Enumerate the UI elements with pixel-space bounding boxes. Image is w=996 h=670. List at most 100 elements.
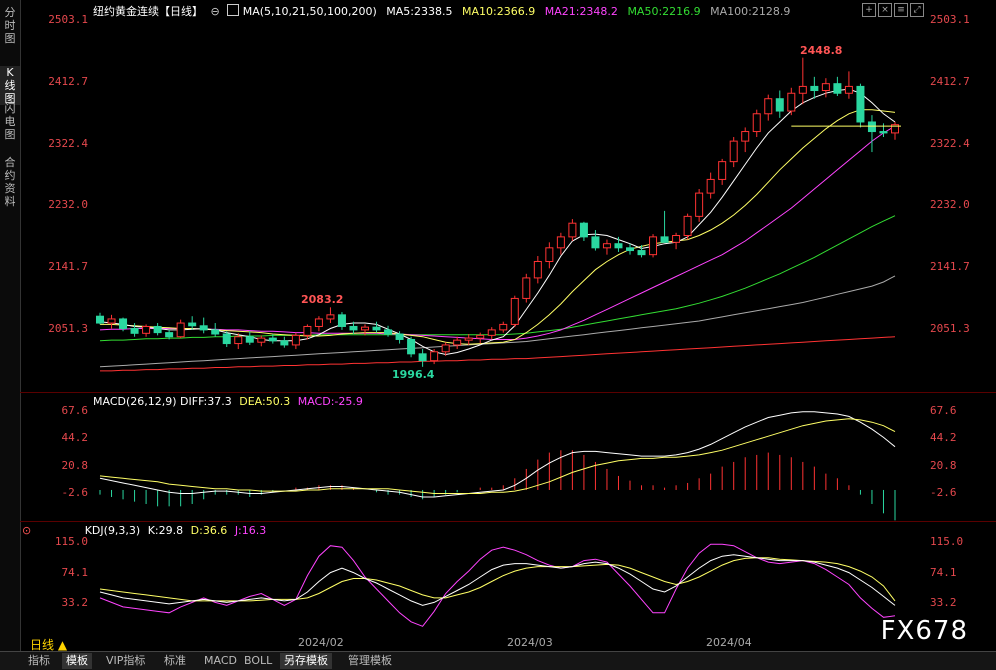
candle-body bbox=[499, 323, 508, 331]
macd-axis-label: 67.6 bbox=[930, 404, 957, 417]
candle-body bbox=[798, 85, 807, 94]
candle-body bbox=[268, 337, 277, 342]
candle-body bbox=[741, 131, 750, 142]
candle-body bbox=[441, 344, 450, 353]
candle-body bbox=[384, 329, 393, 335]
settings-icon[interactable]: ⊖ bbox=[211, 5, 220, 18]
j-value: J:16.3 bbox=[234, 524, 267, 537]
candle-body bbox=[130, 328, 139, 334]
chart-canvas[interactable] bbox=[0, 0, 996, 669]
toolbar-boll[interactable]: BOLL bbox=[240, 653, 276, 669]
price-axis-label: 2503.1 bbox=[930, 13, 970, 26]
candle-body bbox=[752, 113, 761, 133]
tab-flash[interactable]: 闪电图 bbox=[0, 102, 20, 141]
candle-body bbox=[614, 243, 623, 249]
kdj-axis-label: 74.1 bbox=[61, 565, 89, 579]
ma50-value: MA50:2216.9 bbox=[627, 5, 701, 18]
candle-body bbox=[291, 334, 300, 346]
d-value: D:36.6 bbox=[190, 524, 228, 537]
candle-body bbox=[591, 236, 600, 249]
macd-axis-label: 20.8 bbox=[61, 458, 89, 472]
candle-body bbox=[372, 326, 381, 331]
candle-body bbox=[879, 131, 888, 134]
toolbar-save-template[interactable]: 另存模板 bbox=[280, 653, 332, 669]
candle-body bbox=[464, 337, 473, 341]
instrument-title: 纽约黄金连续【日线】 bbox=[93, 5, 203, 18]
macd-axis-label: 20.8 bbox=[930, 458, 957, 472]
ma200-line bbox=[100, 336, 896, 372]
macd-axis-label: -2.6 bbox=[930, 486, 957, 499]
toolbar-macd[interactable]: MACD bbox=[200, 653, 241, 669]
candle-body bbox=[649, 236, 658, 256]
toolbar-template[interactable]: 模板 bbox=[62, 653, 92, 669]
ma5-value: MA5:2338.5 bbox=[386, 5, 453, 18]
price-axis-label: 2141.7 bbox=[48, 260, 88, 274]
candle-body bbox=[188, 322, 197, 327]
price-axis-label: 2051.3 bbox=[930, 322, 970, 335]
candle-body bbox=[672, 235, 681, 243]
candle-body bbox=[222, 333, 231, 345]
price-axis-label: 2051.3 bbox=[48, 322, 88, 335]
candle-body bbox=[706, 178, 715, 194]
bottom-toolbar: 指标 模板 VIP指标 标准 MACD BOLL 另存模板 管理模板 bbox=[0, 651, 996, 670]
candle-body bbox=[579, 222, 588, 238]
candle-body bbox=[683, 215, 692, 237]
menu-icon[interactable]: ≡ bbox=[894, 3, 908, 17]
ma10-line bbox=[100, 109, 896, 345]
macd-axis-label: 44.2 bbox=[61, 431, 89, 445]
candle-body bbox=[764, 98, 773, 115]
candle-body bbox=[729, 140, 738, 163]
toolbar-indicator[interactable]: 指标 bbox=[24, 653, 54, 669]
macd-legend: MACD(26,12,9) DIFF:37.3 DEA:50.3 MACD:-2… bbox=[93, 395, 363, 408]
ma100-value: MA100:2128.9 bbox=[710, 5, 791, 18]
expand-icon[interactable]: ⤢ bbox=[910, 3, 924, 17]
candle-body bbox=[165, 332, 174, 338]
toolbar-manage-template[interactable]: 管理模板 bbox=[344, 653, 396, 669]
watermark: FX678 bbox=[880, 616, 968, 646]
ma-chart-icon bbox=[227, 4, 240, 16]
tab-contract-info[interactable]: 合约资料 bbox=[0, 156, 20, 208]
kdj-j-line bbox=[99, 543, 896, 627]
kdj-axis-label: 33.2 bbox=[61, 596, 89, 609]
kdj-k-line bbox=[99, 554, 896, 606]
tab-intraday[interactable]: 分时图 bbox=[0, 6, 20, 45]
macd-diff-line bbox=[99, 411, 896, 498]
candle-body bbox=[453, 339, 462, 346]
candle-body bbox=[568, 222, 577, 238]
candle-body bbox=[257, 337, 266, 343]
candle-body bbox=[856, 85, 865, 123]
candle-body bbox=[337, 314, 346, 327]
candle-body bbox=[695, 192, 704, 217]
ma5-line bbox=[99, 88, 896, 356]
macd-dea-line bbox=[99, 418, 896, 494]
candle-body bbox=[430, 351, 439, 362]
candle-body bbox=[833, 83, 842, 94]
candle-body bbox=[821, 83, 830, 92]
candle-body bbox=[280, 340, 289, 346]
candle-body bbox=[142, 325, 151, 334]
kdj-axis-label: 115.0 bbox=[930, 535, 964, 548]
cross-icon[interactable]: × bbox=[878, 3, 892, 17]
x-date-apr: 2024/04 bbox=[706, 636, 752, 649]
macd-params: MACD(26,12,9) bbox=[93, 395, 177, 408]
pane-divider-1 bbox=[20, 392, 996, 393]
candle-body bbox=[326, 314, 335, 320]
ma50-line bbox=[99, 215, 896, 342]
macd-axis-label: 44.2 bbox=[930, 431, 957, 445]
plus-icon[interactable]: + bbox=[862, 3, 876, 17]
price-axis-label: 2322.4 bbox=[930, 136, 970, 150]
tab-kline[interactable]: K线图 bbox=[0, 66, 20, 105]
ma100-line bbox=[99, 275, 896, 368]
toolbar-vip-indicator[interactable]: VIP指标 bbox=[102, 653, 149, 669]
kdj-params: KDJ(9,3,3) bbox=[84, 524, 141, 537]
candle-body bbox=[556, 236, 565, 249]
macd-axis-label: 67.6 bbox=[61, 404, 89, 417]
candle-body bbox=[199, 325, 208, 331]
candle-body bbox=[395, 333, 404, 340]
candle-body bbox=[361, 326, 369, 331]
candle-body bbox=[718, 161, 727, 180]
ma21-value: MA21:2348.2 bbox=[544, 5, 618, 18]
candle-body bbox=[153, 325, 162, 334]
toolbar-standard[interactable]: 标准 bbox=[160, 653, 190, 669]
diff-value: DIFF:37.3 bbox=[180, 395, 232, 408]
